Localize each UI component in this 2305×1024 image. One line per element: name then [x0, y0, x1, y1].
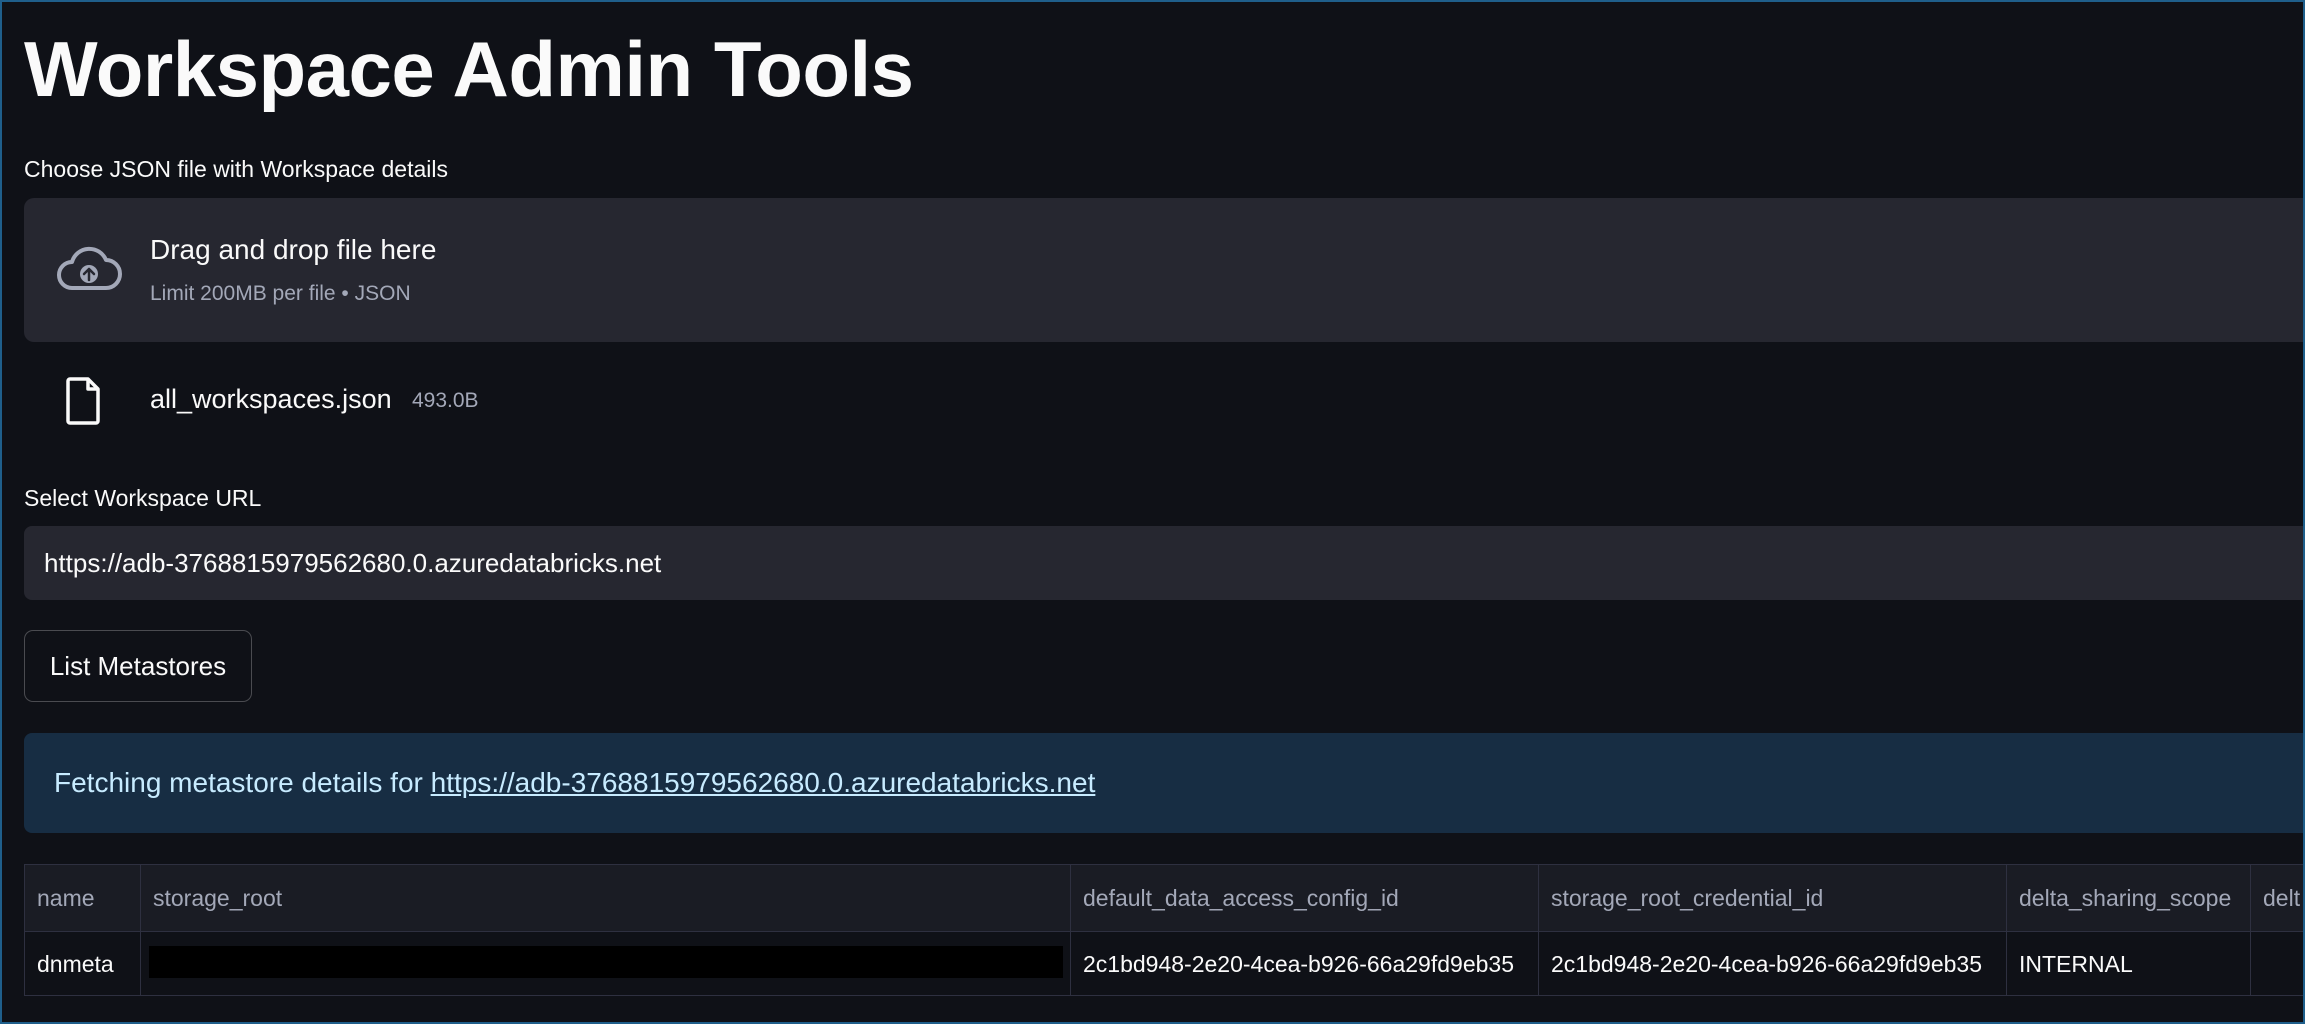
- cell-delt[interactable]: [2251, 931, 2303, 995]
- workspace-url-select[interactable]: https://adb-3768815979562680.0.azuredata…: [24, 526, 2303, 600]
- table-header-row: name storage_root default_data_access_co…: [25, 865, 2303, 932]
- file-uploader-label: Choose JSON file with Workspace details: [24, 156, 448, 182]
- workspace-select-label: Select Workspace URL: [24, 485, 262, 511]
- uploaded-file-item: all_workspaces.json 493.0B: [24, 362, 1224, 442]
- metastore-table[interactable]: name storage_root default_data_access_co…: [24, 864, 2303, 996]
- column-header-storage-root[interactable]: storage_root: [141, 865, 1071, 931]
- cell-name[interactable]: dnmeta: [25, 931, 141, 995]
- redacted-storage-root: [149, 946, 1063, 978]
- workspace-url-selected-value: https://adb-3768815979562680.0.azuredata…: [44, 548, 662, 578]
- column-header-default-data-access-config-id[interactable]: default_data_access_config_id: [1071, 865, 1539, 931]
- page-title: Workspace Admin Tools: [24, 25, 914, 113]
- file-dropzone[interactable]: Drag and drop file here Limit 200MB per …: [24, 198, 2303, 342]
- cell-storage-root[interactable]: [141, 931, 1071, 995]
- table-row: dnmeta 2c1bd948-2e20-4cea-b926-66a29fd9e…: [25, 931, 2303, 995]
- info-message-prefix: Fetching metastore details for: [54, 767, 431, 798]
- column-header-delta-sharing-scope[interactable]: delta_sharing_scope: [2007, 865, 2251, 931]
- info-message: Fetching metastore details for https://a…: [54, 767, 1095, 799]
- list-metastores-button[interactable]: List Metastores: [24, 630, 252, 702]
- file-icon: [66, 377, 100, 425]
- column-header-name[interactable]: name: [25, 865, 141, 931]
- info-alert: Fetching metastore details for https://a…: [24, 733, 2303, 833]
- cloud-upload-icon: [57, 246, 122, 290]
- dropzone-instructions: Drag and drop file here: [150, 234, 437, 265]
- cell-storage-root-credential-id[interactable]: 2c1bd948-2e20-4cea-b926-66a29fd9eb35: [1539, 931, 2007, 995]
- column-header-delt[interactable]: delt: [2251, 865, 2303, 931]
- workspace-link[interactable]: https://adb-3768815979562680.0.azuredata…: [431, 767, 1096, 798]
- cell-delta-sharing-scope[interactable]: INTERNAL: [2007, 931, 2251, 995]
- app-frame: Workspace Admin Tools Choose JSON file w…: [0, 0, 2305, 1024]
- uploaded-file-name: all_workspaces.json: [150, 384, 392, 414]
- dropzone-limit-text: Limit 200MB per file • JSON: [150, 282, 411, 305]
- column-header-storage-root-credential-id[interactable]: storage_root_credential_id: [1539, 865, 2007, 931]
- uploaded-file-size: 493.0B: [412, 389, 479, 412]
- cell-default-data-access-config-id[interactable]: 2c1bd948-2e20-4cea-b926-66a29fd9eb35: [1071, 931, 1539, 995]
